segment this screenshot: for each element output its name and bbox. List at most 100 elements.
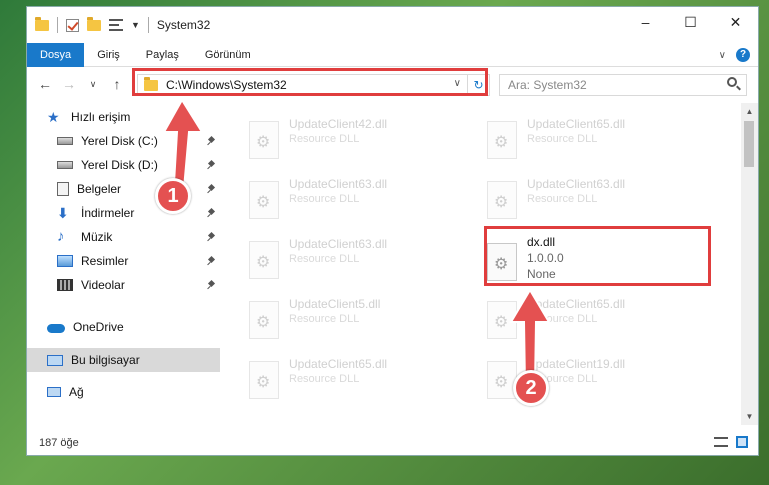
maximize-button[interactable]: ☐ <box>668 7 713 37</box>
properties-icon[interactable] <box>109 19 123 31</box>
tab-dosya[interactable]: Dosya <box>27 42 85 67</box>
file-name: UpdateClient63.dll <box>289 237 388 251</box>
dll-file-icon <box>249 361 279 399</box>
sidebar-item-label: Müzik <box>81 230 113 244</box>
dll-file-icon <box>249 241 279 279</box>
vertical-scrollbar[interactable]: ▲ ▼ <box>741 103 758 425</box>
file-description: Resource DLL <box>289 313 360 325</box>
new-folder-icon[interactable] <box>87 16 101 31</box>
file-name: UpdateClient65.dll <box>289 357 388 371</box>
window-title: System32 <box>156 18 211 32</box>
up-arrow-icon[interactable]: ↑ <box>105 76 129 92</box>
sidebar-item-label: Bu bilgisayar <box>71 353 140 367</box>
search-icon[interactable] <box>727 77 737 87</box>
file-highlight-box <box>484 226 711 286</box>
minimize-button[interactable]: – <box>623 7 668 37</box>
sidebar-item-label: Hızlı erişim <box>71 110 131 124</box>
ribbon-tabs: Dosya Giriş Paylaş Görünüm ∨ ? <box>27 42 758 67</box>
file-description: Resource DLL <box>527 193 598 205</box>
sidebar-item-videos[interactable]: Videolar <box>27 273 220 297</box>
videos-icon <box>57 279 73 291</box>
step-badge-1: 1 <box>155 178 191 214</box>
file-name: UpdateClient65.dll <box>527 117 626 131</box>
file-name: UpdateClient63.dll <box>527 177 626 191</box>
sidebar-item-label: Belgeler <box>77 182 122 196</box>
file-name: UpdateClient5.dll <box>289 297 381 311</box>
pin-icon[interactable] <box>207 209 215 217</box>
expand-ribbon-icon[interactable]: ∨ <box>719 50 726 61</box>
file-description: Resource DLL <box>289 373 360 385</box>
details-view-icon[interactable] <box>714 437 728 447</box>
sidebar-item-label: Videolar <box>81 278 125 292</box>
close-button[interactable]: ✕ <box>713 7 758 37</box>
help-icon[interactable]: ? <box>736 48 750 62</box>
sidebar-item-label: OneDrive <box>73 320 124 334</box>
address-highlight-box <box>132 68 488 96</box>
dll-file-icon <box>487 121 517 159</box>
dll-file-icon <box>487 181 517 219</box>
tiles-view-icon[interactable] <box>736 436 748 448</box>
file-description: Resource DLL <box>289 193 360 205</box>
forward-arrow-icon[interactable]: → <box>57 76 81 92</box>
sidebar-item-label: İndirmeler <box>81 206 135 220</box>
sidebar-item-this-pc[interactable]: Bu bilgisayar <box>27 348 220 372</box>
status-bar: 187 öğe <box>27 431 758 455</box>
dll-file-icon <box>249 301 279 339</box>
sidebar-item-onedrive[interactable]: OneDrive <box>27 315 220 339</box>
tab-paylas[interactable]: Paylaş <box>133 43 192 67</box>
file-description: Resource DLL <box>289 133 360 145</box>
file-item[interactable]: UpdateClient65.dll Resource DLL <box>245 355 465 407</box>
file-item[interactable]: UpdateClient63.dll Resource DLL <box>245 175 465 227</box>
ribbon-right: ∨ ? <box>719 48 750 62</box>
star-icon: ★ <box>47 109 60 125</box>
properties-check-icon[interactable] <box>66 18 79 32</box>
file-item[interactable]: UpdateClient65.dll Resource DLL <box>483 115 703 167</box>
computer-icon <box>47 354 63 366</box>
sidebar-item-pictures[interactable]: Resimler <box>27 249 220 273</box>
file-description: Resource DLL <box>289 253 360 265</box>
sidebar-item-label: Yerel Disk (C:) <box>81 134 158 148</box>
dll-file-icon <box>249 121 279 159</box>
file-name: UpdateClient63.dll <box>289 177 388 191</box>
file-name: UpdateClient42.dll <box>289 117 388 131</box>
toolbar-divider <box>147 17 149 33</box>
pictures-icon <box>57 255 73 267</box>
tab-giris[interactable]: Giriş <box>84 43 133 67</box>
disk-icon <box>57 161 73 169</box>
item-count: 187 öğe <box>39 437 79 449</box>
search-input[interactable]: Ara: System32 <box>499 74 747 96</box>
quick-access-toolbar: ▼ <box>35 16 149 33</box>
download-icon: ⬇ <box>57 205 69 221</box>
dll-file-icon <box>249 181 279 219</box>
pin-icon[interactable] <box>207 257 215 265</box>
pin-icon[interactable] <box>207 233 215 241</box>
sidebar-item-label: Ağ <box>69 385 84 399</box>
window-controls: – ☐ ✕ <box>623 7 758 37</box>
back-arrow-icon[interactable]: ← <box>33 76 57 92</box>
title-bar: ▼ System32 – ☐ ✕ <box>27 7 758 43</box>
recent-locations-chevron-icon[interactable]: ∨ <box>81 79 105 90</box>
scroll-thumb[interactable] <box>744 121 754 167</box>
cloud-icon <box>47 323 65 333</box>
scroll-up-icon[interactable]: ▲ <box>741 103 758 120</box>
folder-icon <box>35 16 49 31</box>
sidebar-item-label: Resimler <box>81 254 129 268</box>
file-item[interactable]: UpdateClient63.dll Resource DLL <box>245 235 465 287</box>
sidebar-item-label: Yerel Disk (D:) <box>81 158 158 172</box>
file-description: Resource DLL <box>527 133 598 145</box>
file-item[interactable]: UpdateClient42.dll Resource DLL <box>245 115 465 167</box>
disk-icon <box>57 137 73 145</box>
music-icon: ♪ <box>57 228 65 245</box>
pin-icon[interactable] <box>207 281 215 289</box>
tab-gorunum[interactable]: Görünüm <box>192 43 264 67</box>
step-badge-2: 2 <box>513 370 549 406</box>
customize-dropdown-icon[interactable]: ▼ <box>131 20 140 30</box>
sidebar-item-music[interactable]: ♪ Müzik <box>27 225 220 249</box>
file-item[interactable]: UpdateClient63.dll Resource DLL <box>483 175 703 227</box>
toolbar-divider <box>57 17 58 33</box>
network-icon <box>47 387 61 397</box>
sidebar-item-network[interactable]: Ağ <box>27 380 220 404</box>
file-item[interactable]: UpdateClient5.dll Resource DLL <box>245 295 465 347</box>
document-icon <box>57 182 69 196</box>
scroll-down-icon[interactable]: ▼ <box>741 408 758 425</box>
